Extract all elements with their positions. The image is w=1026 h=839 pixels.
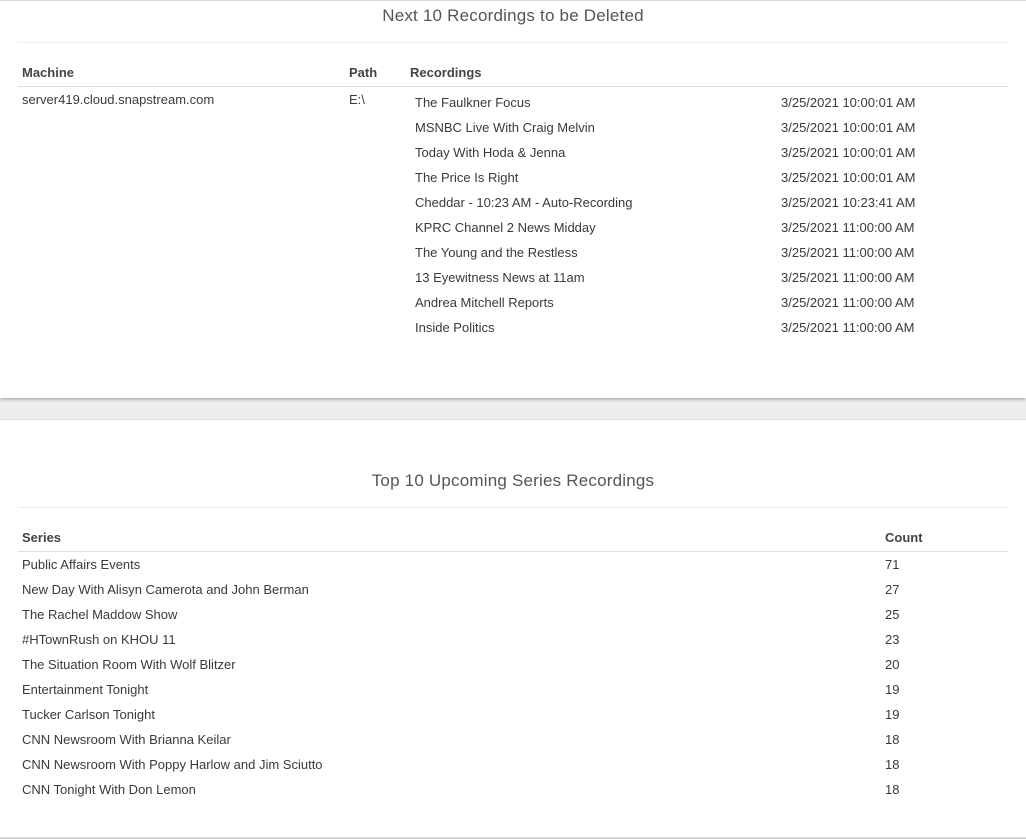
recording-time: 3/25/2021 11:00:00 AM (781, 270, 915, 285)
recording-name: The Price Is Right (415, 170, 519, 185)
series-name: Tucker Carlson Tonight (22, 707, 155, 722)
recording-time: 3/25/2021 10:00:01 AM (781, 120, 916, 135)
recording-name: KPRC Channel 2 News Midday (415, 220, 596, 235)
series-panel-title: Top 10 Upcoming Series Recordings (371, 471, 655, 490)
table-row: CNN Newsroom With Brianna Keilar 18 (0, 732, 1026, 757)
recording-name: Andrea Mitchell Reports (415, 295, 554, 310)
table-row: The Rachel Maddow Show 25 (0, 607, 1026, 632)
recording-time: 3/25/2021 10:00:01 AM (781, 145, 916, 160)
table-row: CNN Newsroom With Poppy Harlow and Jim S… (0, 757, 1026, 782)
column-header-series[interactable]: Series (22, 530, 61, 545)
recording-time: 3/25/2021 11:00:00 AM (781, 295, 915, 310)
series-name: Entertainment Tonight (22, 682, 149, 697)
header-divider (18, 86, 1008, 87)
recording-time: 3/25/2021 10:00:01 AM (781, 170, 916, 185)
column-header-count[interactable]: Count (885, 530, 923, 545)
recording-time: 3/25/2021 11:00:00 AM (781, 220, 915, 235)
recording-name: Cheddar - 10:23 AM - Auto-Recording (415, 195, 633, 210)
recording-name: The Faulkner Focus (415, 95, 531, 110)
series-count: 27 (885, 582, 900, 597)
recording-time: 3/25/2021 11:00:00 AM (781, 245, 915, 260)
series-name: CNN Tonight With Don Lemon (22, 782, 196, 797)
column-header-machine[interactable]: Machine (22, 65, 74, 80)
table-row: Entertainment Tonight 19 (0, 682, 1026, 707)
series-name: CNN Newsroom With Brianna Keilar (22, 732, 231, 747)
table-row: New Day With Alisyn Camerota and John Be… (0, 582, 1026, 607)
table-row: Tucker Carlson Tonight 19 (0, 707, 1026, 732)
recording-name: 13 Eyewitness News at 11am (415, 270, 585, 285)
recording-name: Today With Hoda & Jenna (415, 145, 566, 160)
series-count: 18 (885, 782, 900, 797)
series-count: 20 (885, 657, 900, 672)
series-name: The Rachel Maddow Show (22, 607, 178, 622)
series-count: 19 (885, 682, 900, 697)
title-divider (18, 507, 1008, 508)
column-header-recordings[interactable]: Recordings (410, 65, 482, 80)
title-divider (18, 42, 1008, 43)
machine-cell: server419.cloud.snapstream.com (22, 92, 215, 107)
series-count: 18 (885, 732, 900, 747)
header-divider (18, 551, 1008, 552)
series-count: 18 (885, 757, 900, 772)
table-row: CNN Tonight With Don Lemon 18 (0, 782, 1026, 807)
recording-time: 3/25/2021 10:23:41 AM (781, 195, 916, 210)
series-name: #HTownRush on KHOU 11 (22, 632, 176, 647)
series-count: 25 (885, 607, 900, 622)
column-header-path[interactable]: Path (349, 65, 377, 80)
series-panel: Top 10 Upcoming Series Recordings Series… (0, 419, 1026, 839)
table-row: Public Affairs Events 71 (0, 557, 1026, 582)
table-row: #HTownRush on KHOU 11 23 (0, 632, 1026, 657)
series-count: 23 (885, 632, 900, 647)
table-row: The Situation Room With Wolf Blitzer 20 (0, 657, 1026, 682)
series-name: New Day With Alisyn Camerota and John Be… (22, 582, 309, 597)
recording-name: Inside Politics (415, 320, 495, 335)
series-name: Public Affairs Events (22, 557, 141, 572)
deletion-panel: Next 10 Recordings to be Deleted Machine… (0, 0, 1026, 398)
series-name: CNN Newsroom With Poppy Harlow and Jim S… (22, 757, 323, 772)
path-cell: E:\ (349, 92, 365, 107)
recording-time: 3/25/2021 10:00:01 AM (781, 95, 916, 110)
recording-name: MSNBC Live With Craig Melvin (415, 120, 595, 135)
recording-time: 3/25/2021 11:00:00 AM (781, 320, 915, 335)
series-count: 71 (885, 557, 900, 572)
series-count: 19 (885, 707, 900, 722)
deletion-panel-title: Next 10 Recordings to be Deleted (382, 6, 644, 25)
recording-name: The Young and the Restless (415, 245, 578, 260)
series-name: The Situation Room With Wolf Blitzer (22, 657, 236, 672)
